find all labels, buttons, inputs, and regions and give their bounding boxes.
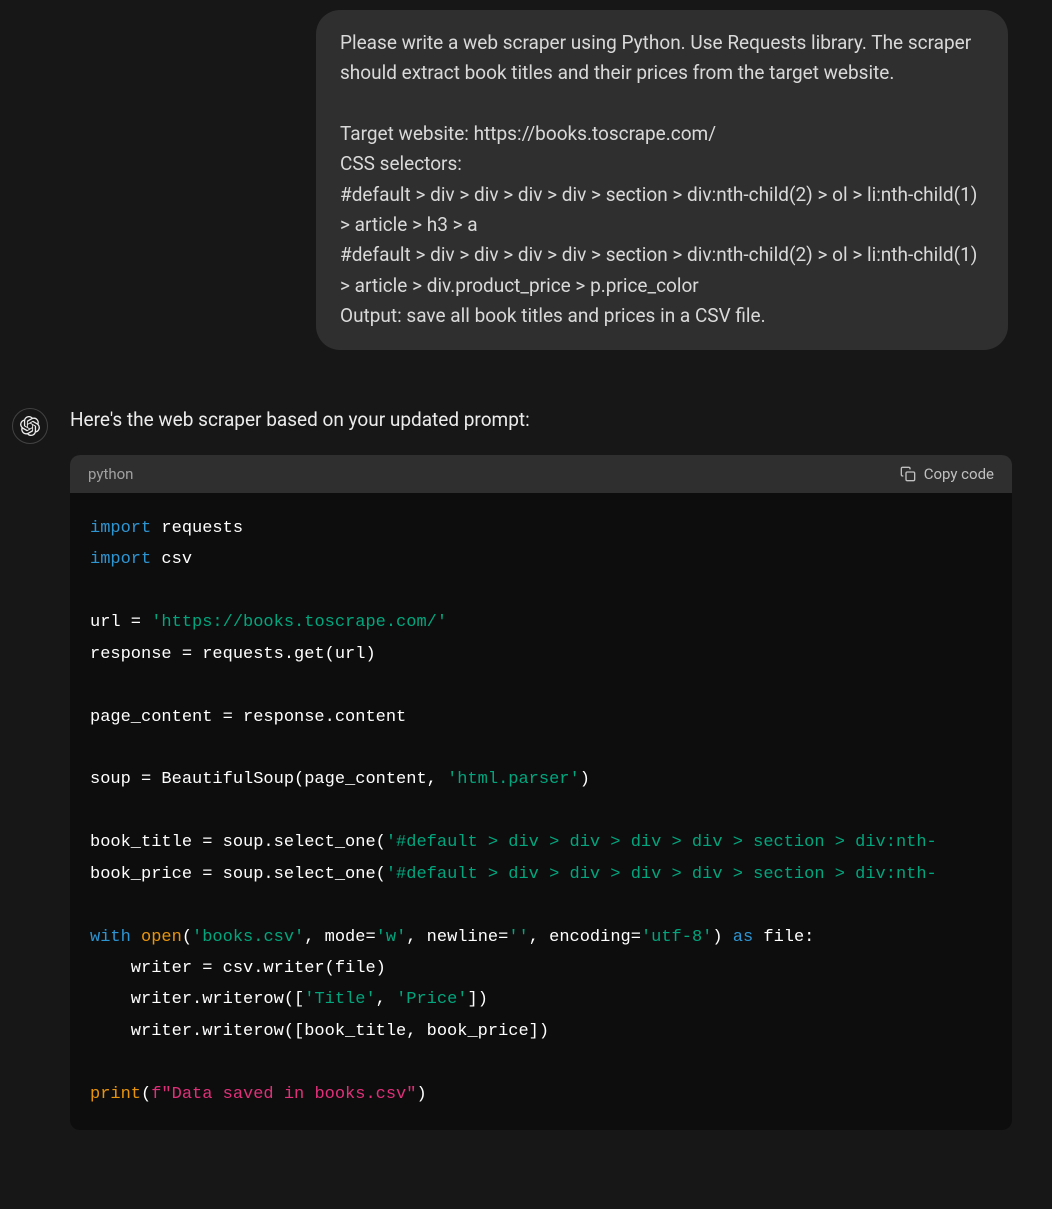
assistant-intro-text: Here's the web scraper based on your upd… [70,405,1012,435]
assistant-message-content: Here's the web scraper based on your upd… [70,405,1012,1131]
user-text-line: #default > div > div > div > div > secti… [340,240,984,301]
code-block-header: python Copy code [70,455,1012,493]
openai-logo-icon [20,416,40,436]
user-message-bubble: Please write a web scraper using Python.… [316,10,1008,350]
conversation-container: Please write a web scraper using Python.… [0,0,1052,1170]
code-language-label: python [88,465,133,483]
code-content[interactable]: import requests import csv url = 'https:… [70,493,1012,1130]
user-text-line: CSS selectors: [340,149,984,179]
assistant-avatar [12,408,48,444]
user-text-line: Target website: https://books.toscrape.c… [340,119,984,149]
code-block: python Copy code import requests import … [70,455,1012,1130]
copy-icon [900,466,916,482]
copy-code-button[interactable]: Copy code [900,465,994,483]
user-text-line: Please write a web scraper using Python.… [340,28,984,89]
user-text-line: Output: save all book titles and prices … [340,301,984,331]
assistant-message-row: Here's the web scraper based on your upd… [40,405,1012,1131]
copy-code-label: Copy code [924,465,994,483]
user-text-line: #default > div > div > div > div > secti… [340,180,984,241]
